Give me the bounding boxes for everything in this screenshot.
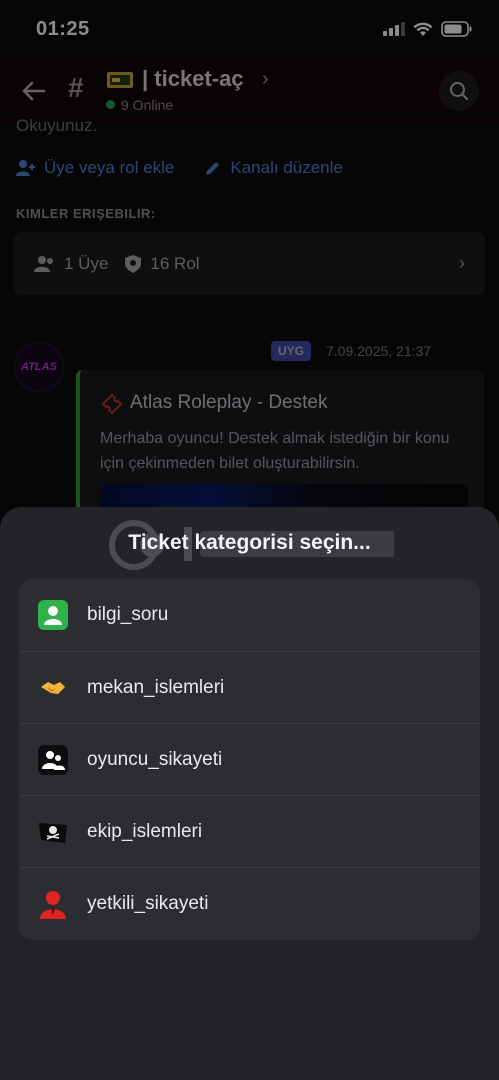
pirate-flag-icon	[38, 817, 68, 847]
sheet-title: Ticket kategorisi seçin...	[128, 531, 371, 554]
wifi-icon	[413, 22, 433, 36]
search-icon	[450, 82, 469, 101]
members-count: 1 Üye	[34, 254, 108, 274]
back-arrow-icon[interactable]	[20, 77, 48, 105]
members-icon	[34, 255, 53, 272]
channel-header: # | ticket-aç › 9 Online	[0, 58, 499, 124]
members-label: 1 Üye	[64, 253, 109, 273]
category-option-list: bilgi_soru mekan_islemleri oyuncu_sikaye…	[19, 579, 480, 940]
option-label: mekan_islemleri	[87, 676, 225, 698]
channel-title[interactable]: | ticket-aç	[142, 66, 244, 92]
option-ekip-islemleri[interactable]: ekip_islemleri	[19, 795, 480, 867]
add-member-button[interactable]: Üye veya rol ekle	[16, 158, 174, 178]
option-yetkili-sikayeti[interactable]: yetkili_sikayeti	[19, 867, 480, 939]
avatar-logo-text: ATLAS	[21, 361, 57, 373]
option-mekan-islemleri[interactable]: mekan_islemleri	[19, 651, 480, 723]
option-bilgi-soru[interactable]: bilgi_soru	[19, 579, 480, 651]
message-timestamp: 7.09.2025, 21:37	[326, 343, 432, 359]
channel-actions: Üye veya rol ekle Kanalı düzenle	[16, 158, 343, 178]
red-user-icon	[38, 889, 68, 919]
green-user-icon	[38, 600, 68, 630]
access-card[interactable]: 1 Üye 16 Rol ›	[14, 232, 485, 295]
channel-content: Okuyunuz. Üye veya rol ekle Kanalı düzen…	[0, 116, 499, 630]
option-oyuncu-sikayeti[interactable]: oyuncu_sikayeti	[19, 723, 480, 795]
roles-label: 16 Rol	[150, 253, 200, 273]
discord-screen: 01:25 # | ticket-aç › 9 Online Okuyunuz.…	[0, 0, 499, 1080]
signal-icon	[383, 22, 405, 36]
shield-icon	[125, 254, 142, 273]
online-count: 9 Online	[121, 97, 174, 113]
handshake-icon	[38, 673, 68, 703]
embed-title-text: Atlas Roleplay - Destek	[130, 392, 328, 413]
embed-description: Merhaba oyuncu! Destek almak istediğin b…	[100, 430, 450, 472]
app-badge: UYG	[271, 341, 312, 361]
category-select-sheet: Ticket kategorisi seçin... bilgi_soru me…	[0, 507, 499, 1080]
option-label: oyuncu_sikayeti	[87, 748, 223, 770]
truncated-text: Okuyunuz.	[16, 116, 98, 135]
locked-channel-hash-icon: #	[68, 72, 84, 103]
battery-icon	[441, 21, 472, 37]
search-button[interactable]	[439, 71, 479, 111]
option-label: yetkili_sikayeti	[87, 892, 209, 914]
chevron-right-icon[interactable]: ›	[262, 68, 269, 91]
chevron-right-icon: ›	[459, 253, 465, 273]
status-bar: 01:25	[0, 0, 499, 58]
access-section-label: KIMLER ERIŞEBILIR:	[16, 206, 156, 221]
people-icon	[38, 745, 68, 775]
status-icons	[383, 21, 473, 37]
status-time: 01:25	[36, 17, 90, 40]
embed-title: Atlas Roleplay - Destek	[100, 392, 327, 414]
option-label: bilgi_soru	[87, 604, 169, 625]
ticket-icon	[101, 393, 123, 414]
add-member-label: Üye veya rol ekle	[44, 158, 175, 177]
add-user-icon	[16, 160, 35, 176]
pencil-icon	[206, 162, 220, 175]
edit-channel-label: Kanalı düzenle	[230, 158, 343, 177]
ticket-emoji-icon	[107, 72, 133, 88]
option-label: ekip_islemleri	[87, 820, 203, 842]
edit-channel-button[interactable]: Kanalı düzenle	[204, 158, 343, 178]
roles-count: 16 Rol	[124, 253, 200, 274]
online-status-dot	[106, 100, 115, 109]
bot-avatar[interactable]: ATLAS	[14, 342, 64, 392]
